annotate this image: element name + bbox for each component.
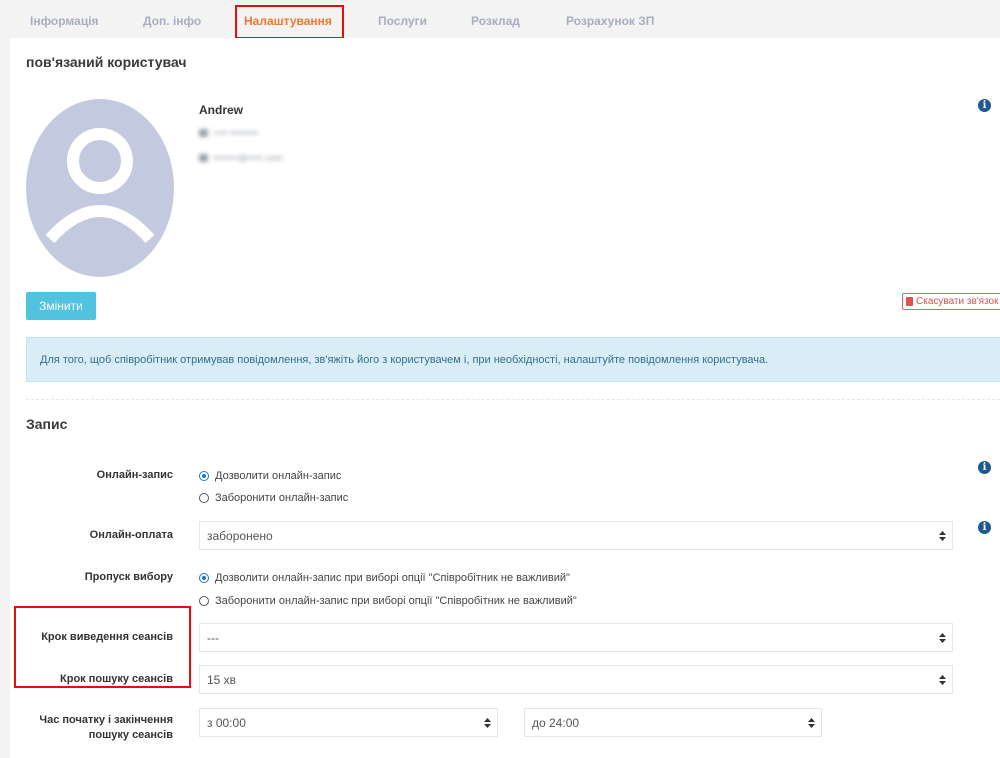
booking-title: Запис xyxy=(26,416,68,432)
info-icon[interactable]: i xyxy=(978,521,991,534)
unlink-user-label: Скасувати зв'язок xyxy=(916,296,999,307)
session-step-highlight xyxy=(14,606,191,688)
radio-button[interactable] xyxy=(199,573,209,583)
online-payment-select[interactable]: заборонено xyxy=(199,521,953,550)
tab-services[interactable]: Послуги xyxy=(378,14,427,28)
alert-text: Для того, щоб співробітник отримував пов… xyxy=(40,353,769,366)
section-divider xyxy=(26,399,1000,400)
tab-bar: Інформація Доп. інфо Налаштування Послуг… xyxy=(0,0,1000,39)
trash-icon xyxy=(906,297,913,306)
online-payment-label: Онлайн-оплата xyxy=(89,529,173,541)
tab-schedule[interactable]: Розклад xyxy=(471,14,520,28)
select-arrows-icon xyxy=(939,633,946,643)
tab-extra-info[interactable]: Доп. інфо xyxy=(143,14,201,28)
radio-button[interactable] xyxy=(199,596,209,606)
user-placeholder-icon xyxy=(45,128,155,244)
change-user-button[interactable]: Змінити xyxy=(26,292,96,320)
phone-icon xyxy=(199,129,208,137)
user-email-redacted: ••••••••@•••••.com xyxy=(199,152,283,164)
skip-choice-label: Пропуск вибору xyxy=(84,571,173,583)
linked-user-name: Andrew xyxy=(199,103,244,117)
user-phone-redacted: +••• ••••••••• xyxy=(199,127,259,139)
select-arrows-icon xyxy=(939,675,946,685)
notification-alert: Для того, щоб співробітник отримував пов… xyxy=(26,337,1000,382)
online-booking-label: Онлайн-запис xyxy=(96,469,173,481)
radio-allow-online-booking[interactable]: Дозволити онлайн-запис xyxy=(199,470,341,482)
info-icon[interactable]: i xyxy=(978,461,991,474)
select-arrows-icon xyxy=(808,718,815,728)
session-display-step-select[interactable]: --- xyxy=(199,623,953,652)
tab-salary[interactable]: Розрахунок ЗП xyxy=(566,14,654,28)
select-arrows-icon xyxy=(939,531,946,541)
search-time-label: Час початку і закінчення пошуку сеансів xyxy=(39,714,173,741)
search-time-to-select[interactable]: до 24:00 xyxy=(524,708,822,737)
session-search-step-select[interactable]: 15 хв xyxy=(199,665,953,694)
linked-user-title: пов'язаний користувач xyxy=(26,54,187,70)
settings-tab-highlight xyxy=(235,5,344,39)
radio-deny-skip-choice[interactable]: Заборонити онлайн-запис при виборі опції… xyxy=(199,595,577,607)
unlink-user-button[interactable]: Скасувати зв'язок xyxy=(902,293,1000,310)
select-arrows-icon xyxy=(484,718,491,728)
avatar xyxy=(26,99,174,277)
info-icon[interactable]: i xyxy=(978,99,991,112)
radio-button[interactable] xyxy=(199,493,209,503)
radio-button[interactable] xyxy=(199,471,209,481)
mail-icon xyxy=(199,154,208,162)
tab-info[interactable]: Інформація xyxy=(30,14,99,28)
search-time-from-select[interactable]: з 00:00 xyxy=(199,708,498,737)
radio-allow-skip-choice[interactable]: Дозволити онлайн-запис при виборі опції … xyxy=(199,572,570,584)
radio-deny-online-booking[interactable]: Заборонити онлайн-запис xyxy=(199,492,348,504)
